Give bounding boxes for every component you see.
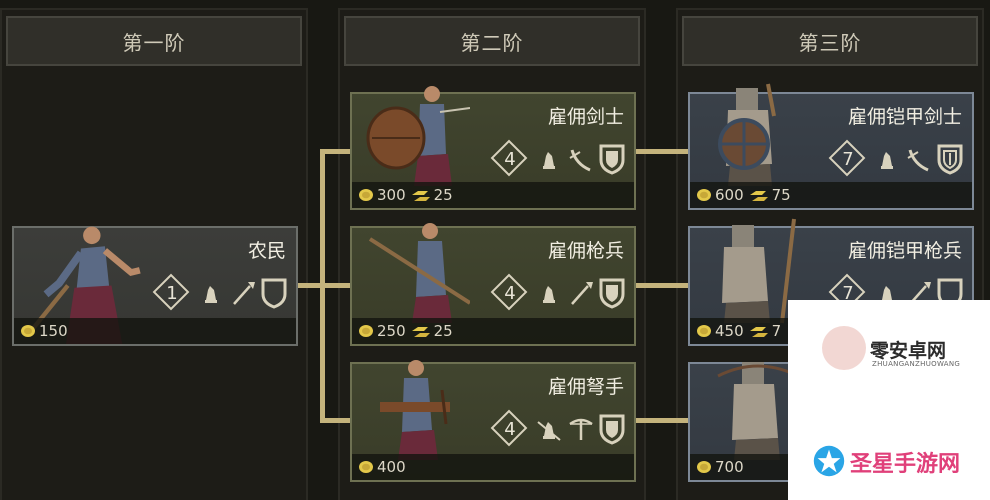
watermark-top: 零安卓网 ZHUANGANZHUOWANG	[788, 300, 990, 428]
connector-peasant-stem	[298, 283, 322, 288]
spear-icon	[233, 282, 255, 305]
gold-coin-icon	[21, 325, 35, 337]
shield-icon	[599, 278, 625, 309]
gold-cost: 450	[715, 322, 744, 340]
gold-cost: 600	[715, 186, 744, 204]
connector-spearman-upgrade	[634, 283, 690, 288]
unit-name-armored-swordsman: 雇佣铠甲剑士	[847, 106, 962, 128]
infantry-icon	[543, 152, 555, 169]
infantry-icon	[881, 152, 893, 169]
spearman-stats: 4	[490, 273, 626, 313]
spearman-cost: 250 25	[358, 320, 457, 342]
connector-crossbowman-upgrade	[634, 418, 690, 423]
iron-ingot-icon	[749, 191, 768, 201]
armored-spearman-cost: 450 7	[696, 320, 785, 342]
gold-cost: 250	[377, 322, 406, 340]
connector-to-crossbowman	[320, 418, 352, 423]
unit-name-peasant: 农民	[247, 240, 286, 262]
watermark-star-icon	[813, 445, 845, 477]
gold-coin-icon	[359, 189, 373, 201]
shield-icon	[599, 414, 625, 445]
gold-coin-icon	[697, 461, 711, 473]
swordsman-cost: 300 25	[358, 184, 457, 206]
unit-name-armored-spearman: 雇佣铠甲枪兵	[847, 240, 962, 262]
unit-name-spearman: 雇佣枪兵	[547, 240, 624, 262]
iron-ingot-icon	[411, 327, 430, 337]
armored-swordsman-stats: 7	[828, 139, 964, 179]
gold-coin-icon	[697, 325, 711, 337]
tier-1-header: 第一阶	[6, 16, 302, 66]
iron-cost: 7	[771, 322, 782, 340]
heavy-shield-icon	[937, 144, 963, 175]
crossbowman-stats: 4	[490, 409, 626, 449]
spear-icon	[571, 282, 593, 305]
infantry-icon	[543, 286, 555, 303]
connector-to-swordsman	[320, 149, 352, 154]
tier-number: 7	[842, 148, 854, 170]
spearman-figure	[368, 223, 470, 323]
watermark-bottom: 圣星手游网	[788, 428, 990, 500]
tier-number: 4	[504, 148, 516, 170]
tier-number: 1	[166, 282, 178, 304]
iron-cost: 75	[771, 186, 791, 204]
unit-card-crossbowman[interactable]: 雇佣弩手 4 400	[350, 360, 636, 482]
iron-ingot-icon	[749, 327, 768, 337]
tier-badge: 4	[490, 139, 530, 179]
unit-name-swordsman: 雇佣剑士	[547, 106, 624, 128]
watermark-logo-icon	[822, 326, 866, 370]
gold-coin-icon	[359, 461, 373, 473]
ranged-infantry-icon	[537, 421, 561, 441]
unit-card-armored-swordsman[interactable]: 雇佣铠甲剑士 7 600 75	[688, 83, 974, 210]
crossbow-icon	[569, 418, 593, 440]
infantry-icon	[205, 286, 217, 303]
swordsman-stats: 4	[490, 139, 626, 179]
gold-cost: 400	[377, 458, 406, 476]
tier-2-header: 第二阶	[344, 16, 640, 66]
tier-3-header: 第三阶	[682, 16, 978, 66]
crossbowman-cost: 400	[358, 456, 410, 478]
shield-icon	[599, 144, 625, 175]
tier-badge: 4	[490, 273, 530, 313]
connector-swordsman-upgrade	[634, 149, 690, 154]
watermark-top-title: 零安卓网	[870, 340, 947, 362]
iron-cost: 25	[433, 186, 453, 204]
gold-cost: 300	[377, 186, 406, 204]
crossbowman-figure	[380, 360, 450, 460]
peasant-cost: 150	[20, 320, 72, 342]
sword-icon	[907, 149, 929, 172]
shield-icon	[261, 278, 287, 309]
connector-to-spearman	[320, 283, 352, 288]
unit-card-peasant[interactable]: 农民 1 150	[12, 226, 298, 346]
gold-coin-icon	[697, 189, 711, 201]
watermark-top-subtitle: ZHUANGANZHUOWANG	[872, 360, 961, 368]
watermark-bottom-title: 圣星手游网	[850, 452, 961, 477]
gold-cost: 700	[715, 458, 744, 476]
swordsman-figure	[366, 86, 470, 186]
armored-swordsman-cost: 600 75	[696, 184, 795, 206]
armored-crossbowman-cost: 700	[696, 456, 748, 478]
peasant-stats: 1	[152, 273, 288, 313]
iron-ingot-icon	[411, 191, 430, 201]
tier-number: 4	[504, 418, 516, 440]
armored-swordsman-figure	[718, 83, 776, 186]
unit-card-spearman[interactable]: 雇佣枪兵 4 250 25	[350, 223, 636, 346]
sword-icon	[569, 149, 591, 172]
tier-badge: 1	[152, 273, 192, 313]
gold-cost: 150	[39, 322, 68, 340]
tier-badge: 4	[490, 409, 530, 449]
gold-coin-icon	[359, 325, 373, 337]
tier-number: 4	[504, 282, 516, 304]
iron-cost: 25	[433, 322, 453, 340]
unit-name-crossbowman: 雇佣弩手	[547, 376, 624, 398]
unit-card-swordsman[interactable]: 雇佣剑士 4 300 25	[350, 86, 636, 210]
tier-badge: 7	[828, 139, 868, 179]
